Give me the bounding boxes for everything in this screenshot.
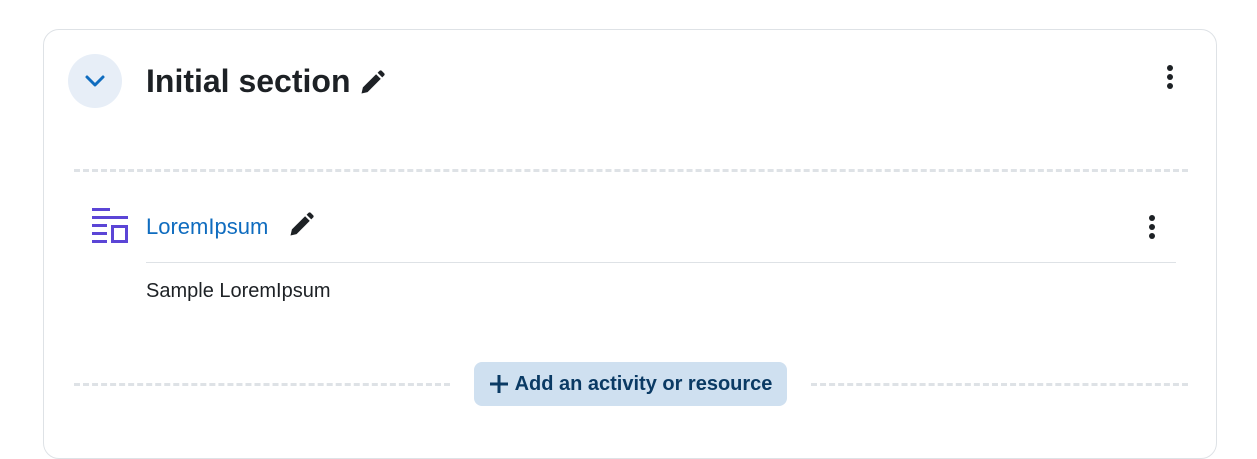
- section-header: Initial section: [146, 61, 386, 101]
- add-activity-label: Add an activity or resource: [514, 372, 773, 395]
- section-actions-menu[interactable]: [1158, 61, 1182, 93]
- activity-separator: [146, 262, 1176, 263]
- chevron-down-icon: [85, 75, 105, 87]
- plus-icon: [489, 375, 508, 393]
- pencil-icon: [290, 212, 314, 236]
- activity-actions-menu[interactable]: [1140, 211, 1164, 243]
- kebab-menu-icon: [1149, 215, 1155, 239]
- section-title: Initial section: [146, 63, 351, 99]
- collapse-section-button[interactable]: [68, 54, 122, 108]
- add-activity-button[interactable]: Add an activity or resource: [474, 362, 787, 406]
- section-card: Initial section LoremIpsum Sample LoremI…: [43, 29, 1217, 459]
- kebab-menu-icon: [1167, 65, 1173, 89]
- edit-section-title-button[interactable]: [358, 69, 386, 97]
- section-divider: [74, 169, 1188, 172]
- activity-link[interactable]: LoremIpsum: [146, 213, 268, 241]
- pencil-icon: [361, 70, 386, 94]
- edit-activity-name-button[interactable]: [287, 211, 315, 244]
- add-activity-divider-left: [74, 383, 450, 386]
- add-activity-divider-right: [811, 383, 1188, 386]
- activity-description: Sample LoremIpsum: [146, 280, 331, 302]
- page-icon: [92, 208, 128, 243]
